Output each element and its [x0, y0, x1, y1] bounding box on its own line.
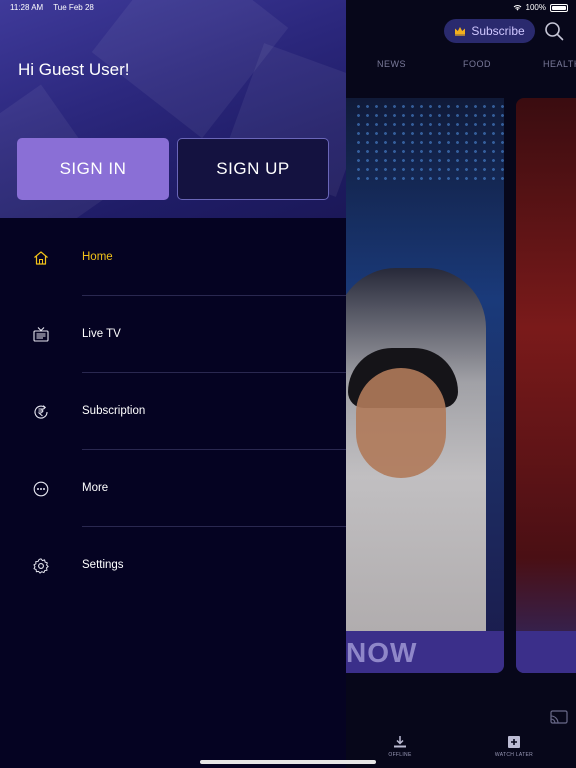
menu-divider — [82, 372, 346, 373]
menu-item-live-tv[interactable]: Live TV — [0, 297, 346, 373]
wifi-icon — [513, 5, 521, 11]
banner-person-face — [356, 368, 446, 478]
featured-banner[interactable]: NOW — [346, 98, 504, 673]
tab-news[interactable]: NEWS — [377, 59, 406, 69]
subscribe-button[interactable]: Subscribe — [444, 19, 535, 43]
bottom-tab-watch-later[interactable]: WATCH LATER — [484, 736, 544, 758]
status-bar-left: 11:28 AM Tue Feb 28 — [10, 3, 94, 12]
banner-pattern — [354, 102, 504, 182]
tv-icon — [33, 327, 49, 342]
sign-in-button[interactable]: SIGN IN — [17, 138, 169, 200]
home-indicator[interactable] — [200, 760, 376, 764]
menu-item-settings[interactable]: Settings — [0, 528, 346, 604]
more-icon — [33, 481, 49, 497]
subscribe-label: Subscribe — [471, 24, 525, 38]
crown-icon — [455, 27, 466, 36]
bottom-tab-label: OFFLINE — [388, 752, 412, 758]
watch-later-icon — [508, 736, 520, 748]
gear-icon — [33, 558, 49, 574]
sign-in-label: SIGN IN — [59, 159, 127, 178]
bottom-tab-label: WATCH LATER — [494, 752, 534, 758]
sign-up-button[interactable]: SIGN UP — [177, 138, 329, 200]
menu-label: More — [82, 482, 109, 494]
banner-footer — [516, 631, 576, 673]
menu-item-home[interactable]: Home — [0, 220, 346, 296]
menu-label: Live TV — [82, 328, 121, 340]
drawer-header: 11:28 AM Tue Feb 28 Hi Guest User! SIGN … — [0, 0, 346, 218]
bottom-tab-offline[interactable]: OFFLINE — [370, 736, 430, 758]
menu-item-more[interactable]: More — [0, 451, 346, 527]
download-icon — [394, 736, 406, 748]
banner-title: NOW — [346, 637, 418, 668]
status-date: Tue Feb 28 — [53, 3, 94, 12]
rupee-icon — [34, 405, 48, 419]
menu-label: Home — [82, 251, 113, 263]
side-drawer: 11:28 AM Tue Feb 28 Hi Guest User! SIGN … — [0, 0, 346, 768]
battery-percent: 100% — [525, 3, 546, 12]
home-icon — [34, 251, 48, 265]
tab-food[interactable]: FOOD — [463, 59, 491, 69]
menu-label: Subscription — [82, 405, 146, 417]
menu-item-subscription[interactable]: Subscription — [0, 374, 346, 450]
background-app: 100% Subscribe NEWS FOOD HEALTH NOW OFFL… — [346, 0, 576, 768]
tab-health[interactable]: HEALTH — [543, 59, 576, 69]
secondary-banner[interactable] — [516, 98, 576, 673]
sign-up-label: SIGN UP — [216, 159, 290, 178]
cast-icon[interactable] — [550, 710, 568, 724]
battery-icon — [550, 3, 568, 12]
menu-label: Settings — [82, 559, 124, 571]
search-icon[interactable] — [544, 21, 564, 41]
menu-divider — [82, 295, 346, 296]
status-bar-right: 100% — [513, 3, 568, 12]
menu-divider — [82, 449, 346, 450]
menu-divider — [82, 526, 346, 527]
status-time: 11:28 AM — [10, 3, 44, 12]
greeting-text: Hi Guest User! — [18, 60, 130, 79]
category-tabs: NEWS FOOD HEALTH — [346, 59, 576, 73]
